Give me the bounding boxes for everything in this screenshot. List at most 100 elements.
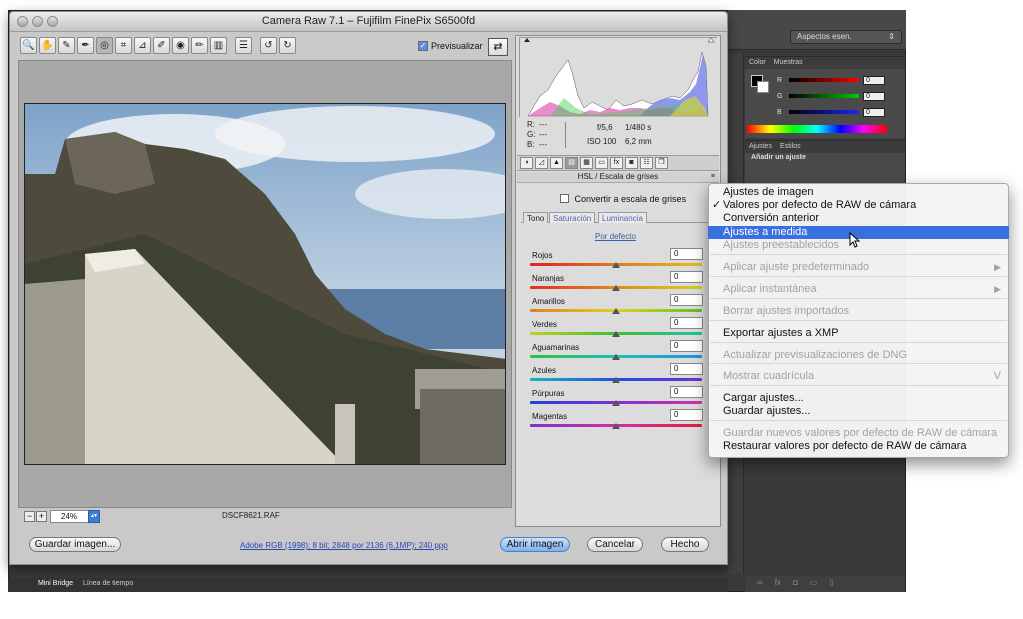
fullscreen-toggle-button[interactable]: ⇄	[488, 38, 508, 56]
mask-icon[interactable]: ◘	[793, 578, 798, 590]
color-spectrum-bar[interactable]	[747, 125, 887, 133]
tab-luminance[interactable]: Luminancia	[598, 212, 647, 223]
slider-value-field[interactable]: 0	[670, 363, 703, 375]
hand-tool-icon[interactable]: ✋	[39, 37, 56, 54]
split-toning-tab-icon[interactable]: ▦	[580, 157, 593, 169]
color-slider-b[interactable]: B 0	[777, 107, 902, 117]
tab-swatches[interactable]: Muestras	[774, 59, 803, 67]
slider-track[interactable]	[789, 78, 859, 82]
targeted-adjustment-tool-icon[interactable]: ◎	[96, 37, 113, 54]
slider-thumb[interactable]	[612, 331, 620, 337]
menu-shortcut: V	[993, 370, 1001, 382]
tab-adjustments[interactable]: Ajustes	[749, 143, 772, 151]
detail-tab-icon[interactable]: ▲	[550, 157, 563, 169]
default-link[interactable]: Por defecto	[595, 232, 636, 241]
grayscale-checkbox[interactable]	[560, 194, 569, 204]
zoom-dropdown-icon[interactable]: ▴▾	[88, 510, 100, 523]
slider-value-field[interactable]: 0	[670, 340, 703, 352]
channel-value[interactable]: 0	[863, 91, 885, 101]
slider-value-field[interactable]: 0	[670, 386, 703, 398]
done-button[interactable]: Hecho	[661, 537, 709, 552]
straighten-tool-icon[interactable]: ⊿	[134, 37, 151, 54]
histogram	[519, 37, 718, 118]
lens-tab-icon[interactable]: ▭	[595, 157, 608, 169]
color-panel-tabs: Color Muestras	[745, 57, 905, 69]
zoom-tool-icon[interactable]: 🔍	[20, 37, 37, 54]
menu-item[interactable]: Cargar ajustes...	[708, 392, 1009, 405]
workflow-options-link[interactable]: Adobe RGB (1998); 8 bit; 2848 por 2136 (…	[240, 541, 448, 550]
tab-hue[interactable]: Tono	[523, 212, 549, 223]
spot-removal-tool-icon[interactable]: ✐	[153, 37, 170, 54]
color-slider-r[interactable]: R 0	[777, 75, 902, 85]
submenu-arrow-icon: ▶	[994, 284, 1001, 294]
g-value: ---	[539, 130, 547, 139]
channel-value[interactable]: 0	[863, 75, 885, 85]
color-slider-g[interactable]: G 0	[777, 91, 902, 101]
rotate-cw-icon[interactable]: ↻	[279, 37, 296, 54]
menu-separator	[710, 342, 1007, 343]
photo-preview[interactable]	[24, 103, 506, 465]
slider-thumb[interactable]	[612, 423, 620, 429]
slider-thumb[interactable]	[612, 400, 620, 406]
slider-thumb[interactable]	[612, 262, 620, 268]
adjustment-brush-icon[interactable]: ✏	[191, 37, 208, 54]
hsl-tab-icon[interactable]: ▤	[565, 157, 578, 169]
slider-track[interactable]	[789, 94, 859, 98]
rotate-ccw-icon[interactable]: ↺	[260, 37, 277, 54]
open-image-button[interactable]: Abrir imagen	[500, 537, 570, 552]
background-color-swatch[interactable]	[757, 81, 769, 93]
hsl-slider-row: Naranjas 0	[530, 271, 705, 296]
workspace-selector[interactable]: Aspectos esen. ⇕	[790, 30, 902, 44]
tone-curve-tab-icon[interactable]: ◿	[535, 157, 548, 169]
slider-value-field[interactable]: 0	[670, 248, 703, 260]
slider-thumb[interactable]	[612, 308, 620, 314]
menu-item[interactable]: Conversión anterior	[708, 212, 1009, 225]
tab-timeline[interactable]: Línea de tiempo	[83, 580, 133, 590]
slider-value-field[interactable]: 0	[670, 409, 703, 421]
shutter-value: 1/480 s	[625, 123, 652, 132]
preview-checkbox[interactable]: ✓	[418, 41, 428, 52]
crop-tool-icon[interactable]: ⌗	[115, 37, 132, 54]
snapshots-tab-icon[interactable]: ❐	[655, 157, 668, 169]
panel-menu-icon[interactable]: ≡	[711, 172, 715, 182]
menu-item[interactable]: Restaurar valores por defecto de RAW de …	[708, 440, 1009, 453]
new-group-icon[interactable]: ▭	[810, 578, 818, 590]
menu-item[interactable]: Exportar ajustes a XMP	[708, 327, 1009, 340]
zoom-in-button[interactable]: +	[36, 511, 47, 522]
red-eye-tool-icon[interactable]: ◉	[172, 37, 189, 54]
preferences-icon[interactable]: ☰	[235, 37, 252, 54]
color-sampler-tool-icon[interactable]: ✒	[77, 37, 94, 54]
tab-saturation[interactable]: Saturación	[549, 212, 596, 223]
mouse-cursor-icon	[849, 231, 861, 251]
preview-toggle[interactable]: ✓ Previsualizar	[418, 40, 483, 52]
menu-item[interactable]: Ajustes de imagen	[708, 186, 1009, 199]
slider-track[interactable]	[789, 110, 859, 114]
save-image-button[interactable]: Guardar imagen...	[29, 537, 121, 552]
menu-item[interactable]: ✓ Valores por defecto de RAW de cámara	[708, 199, 1009, 212]
channel-value[interactable]: 0	[863, 107, 885, 117]
basic-tab-icon[interactable]: ◑	[520, 157, 533, 169]
graduated-filter-icon[interactable]: ▥	[210, 37, 227, 54]
menu-item-label: Valores por defecto de RAW de cámara	[723, 199, 917, 211]
slider-value-field[interactable]: 0	[670, 271, 703, 283]
white-balance-tool-icon[interactable]: ✎	[58, 37, 75, 54]
cancel-label: Cancelar	[594, 539, 636, 550]
camera-calibration-tab-icon[interactable]: ◙	[625, 157, 638, 169]
menu-item[interactable]: Guardar ajustes...	[708, 405, 1009, 418]
tab-mini-bridge[interactable]: Mini Bridge	[38, 580, 73, 590]
cancel-button[interactable]: Cancelar	[587, 537, 643, 552]
slider-thumb[interactable]	[612, 285, 620, 291]
tab-color[interactable]: Color	[749, 59, 766, 67]
slider-thumb[interactable]	[612, 377, 620, 383]
link-icon[interactable]: ∞	[757, 578, 763, 590]
slider-value-field[interactable]: 0	[670, 294, 703, 306]
tab-styles[interactable]: Estilos	[780, 143, 801, 151]
grayscale-toggle[interactable]: Convertir a escala de grises	[560, 193, 686, 204]
fx-tab-icon[interactable]: fx	[610, 157, 623, 169]
trash-icon[interactable]: ▯	[829, 578, 833, 590]
fx-icon[interactable]: fx	[775, 578, 781, 590]
slider-thumb[interactable]	[612, 354, 620, 360]
presets-tab-icon[interactable]: ☷	[640, 157, 653, 169]
slider-value-field[interactable]: 0	[670, 317, 703, 329]
zoom-out-button[interactable]: −	[24, 511, 35, 522]
